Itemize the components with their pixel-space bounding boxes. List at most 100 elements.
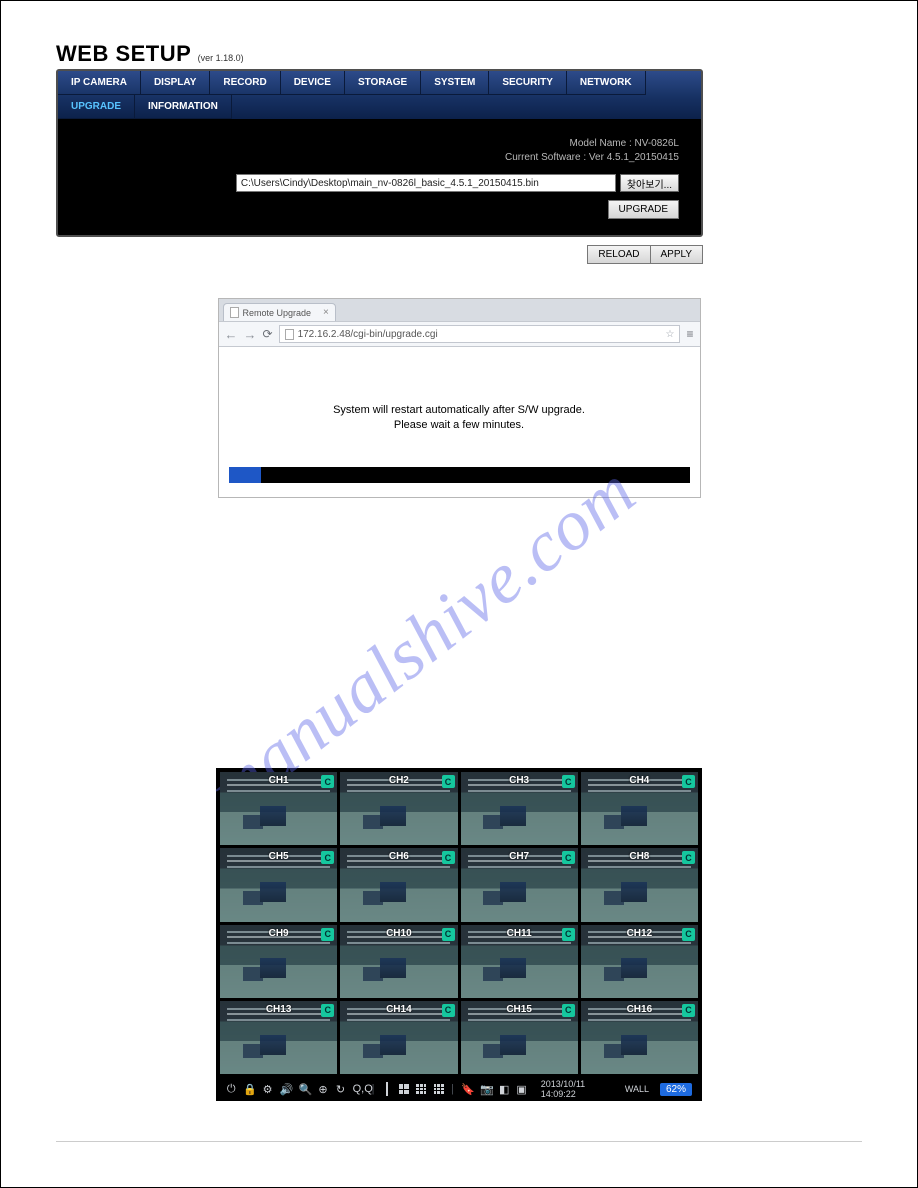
close-tab-icon[interactable]: × — [323, 307, 329, 318]
bookmark-icon[interactable]: 🔖 — [461, 1083, 473, 1096]
forward-icon[interactable]: → — [244, 327, 257, 342]
web-setup-panel: WEB SETUP (ver 1.18.0) IP CAMERA DISPLAY… — [56, 41, 703, 264]
live-view-panel: CH1C CH2C CH3C CH4C CH5C CH6C CH7C CH8C … — [216, 768, 702, 1101]
tab-network[interactable]: NETWORK — [567, 71, 646, 95]
setup-box: IP CAMERA DISPLAY RECORD DEVICE STORAGE … — [56, 69, 703, 237]
reload-icon[interactable]: ⟳ — [263, 327, 273, 341]
upgrade-message-1: System will restart automatically after … — [219, 403, 700, 418]
title-text: WEB SETUP — [56, 41, 191, 66]
tab-storage[interactable]: STORAGE — [345, 71, 421, 95]
tab-device[interactable]: DEVICE — [281, 71, 345, 95]
ptz-icon[interactable]: ⊕ — [318, 1083, 328, 1096]
channel-label: CH15 — [506, 1004, 532, 1015]
status-badge: C — [562, 1004, 575, 1017]
title-version: (ver 1.18.0) — [198, 53, 244, 63]
channel-label: CH1 — [269, 775, 289, 786]
camera-tile[interactable]: CH6C — [340, 848, 457, 921]
tab-record[interactable]: RECORD — [210, 71, 280, 95]
status-badge: C — [321, 851, 334, 864]
browser-tab-strip: Remote Upgrade × — [219, 299, 700, 321]
channel-label: CH2 — [389, 775, 409, 786]
tab-system[interactable]: SYSTEM — [421, 71, 489, 95]
page-title: WEB SETUP (ver 1.18.0) — [56, 41, 703, 67]
ptz-pad-icon[interactable]: ◧ — [499, 1083, 509, 1096]
status-badge: C — [442, 775, 455, 788]
layout-4-icon[interactable] — [399, 1084, 409, 1094]
bookmark-icon[interactable]: ☆ — [666, 329, 675, 340]
status-badge: C — [562, 851, 575, 864]
camera-tile[interactable]: CH3C — [461, 772, 578, 845]
status-badge: C — [442, 1004, 455, 1017]
qlq-label[interactable]: Q,Q — [353, 1083, 365, 1095]
address-bar[interactable]: 172.16.2.48/cgi-bin/upgrade.cgi ☆ — [279, 325, 681, 343]
search-icon[interactable]: 🔍 — [299, 1083, 311, 1096]
apply-button[interactable]: APPLY — [651, 245, 704, 264]
timestamp: 2013/10/11 14:09:22 — [541, 1079, 612, 1099]
upgrade-button[interactable]: UPGRADE — [608, 200, 679, 219]
tab-information[interactable]: INFORMATION — [135, 95, 232, 119]
tab-display[interactable]: DISPLAY — [141, 71, 210, 95]
camera-tile[interactable]: CH4C — [581, 772, 698, 845]
progress-bar — [229, 467, 690, 483]
camera-tile[interactable]: CH10C — [340, 925, 457, 998]
main-tabs: IP CAMERA DISPLAY RECORD DEVICE STORAGE … — [58, 71, 701, 119]
upgrade-message-2: Please wait a few minutes. — [219, 418, 700, 433]
document-icon — [230, 307, 239, 318]
status-badge: C — [321, 928, 334, 941]
channel-label: CH5 — [269, 851, 289, 862]
channel-label: CH3 — [509, 775, 529, 786]
tab-upgrade[interactable]: UPGRADE — [58, 95, 135, 119]
layout-16-icon[interactable] — [434, 1084, 444, 1094]
camera-tile[interactable]: CH11 C — [461, 925, 578, 998]
camera-tile[interactable]: CH15 C — [461, 1001, 578, 1074]
camera-tile[interactable]: CH9 C — [220, 925, 337, 998]
channel-label: CH11 — [507, 928, 532, 939]
camera-tile[interactable]: CH13C — [220, 1001, 337, 1074]
firmware-path-input[interactable] — [236, 174, 616, 192]
camera-tile[interactable]: CH16C — [581, 1001, 698, 1074]
gear-icon[interactable]: ⚙ — [262, 1083, 272, 1096]
status-badge: C — [562, 928, 575, 941]
camera-tile[interactable]: CH2 C — [340, 772, 457, 845]
layout-9-icon[interactable] — [416, 1084, 426, 1094]
browser-window: Remote Upgrade × ← → ⟳ 172.16.2.48/cgi-b… — [218, 298, 701, 498]
tab-ip-camera[interactable]: IP CAMERA — [58, 71, 141, 95]
channel-label: CH10 — [386, 928, 412, 939]
tab-security[interactable]: SECURITY — [489, 71, 567, 95]
control-bar: ⏻ 🔒 ⚙ 🔊 🔍 ⊕ ↻ Q,Q | | 🔖 📷 ◧ ▣ 2013/10/11… — [220, 1077, 698, 1101]
status-badge: C — [321, 1004, 334, 1017]
device-info: Model Name : NV-0826L Current Software :… — [58, 119, 701, 170]
alarm-icon[interactable]: ▣ — [516, 1083, 526, 1096]
browser-tab-title: Remote Upgrade — [243, 308, 312, 318]
channel-label: CH9 — [269, 928, 289, 939]
camera-tile[interactable]: CH8 C — [581, 848, 698, 921]
channel-label: CH14 — [386, 1004, 412, 1015]
progress-fill — [229, 467, 261, 483]
power-icon[interactable]: ⏻ — [226, 1083, 236, 1096]
camera-tile[interactable]: CH1 C — [220, 772, 337, 845]
browse-button[interactable]: 찾아보기... — [620, 174, 679, 192]
status-badge: C — [682, 775, 695, 788]
status-badge: C — [321, 775, 334, 788]
back-icon[interactable]: ← — [225, 327, 238, 342]
camera-tile[interactable]: CH14 C — [340, 1001, 457, 1074]
status-badge: C — [442, 851, 455, 864]
sequence-icon[interactable]: ↻ — [335, 1083, 345, 1096]
wall-label: WALL — [625, 1084, 649, 1094]
status-badge: C — [682, 851, 695, 864]
channel-label: CH8 — [629, 851, 649, 862]
current-software: Current Software : Ver 4.5.1_20150415 — [58, 151, 679, 165]
reload-button[interactable]: RELOAD — [587, 245, 650, 264]
lock-icon[interactable]: 🔒 — [243, 1083, 255, 1096]
camera-tile[interactable]: CH12C — [581, 925, 698, 998]
layout-1-icon[interactable] — [381, 1083, 391, 1095]
menu-icon[interactable]: ≡ — [686, 327, 693, 341]
camera-tile[interactable]: CH5 C — [220, 848, 337, 921]
channel-label: CH12 — [627, 928, 653, 939]
page-divider — [56, 1141, 862, 1142]
footer-buttons: RELOAD APPLY — [56, 245, 703, 264]
browser-tab[interactable]: Remote Upgrade × — [223, 303, 336, 321]
camera-tile[interactable]: CH7C — [461, 848, 578, 921]
audio-icon[interactable]: 🔊 — [280, 1083, 292, 1096]
snapshot-icon[interactable]: 📷 — [480, 1083, 492, 1096]
